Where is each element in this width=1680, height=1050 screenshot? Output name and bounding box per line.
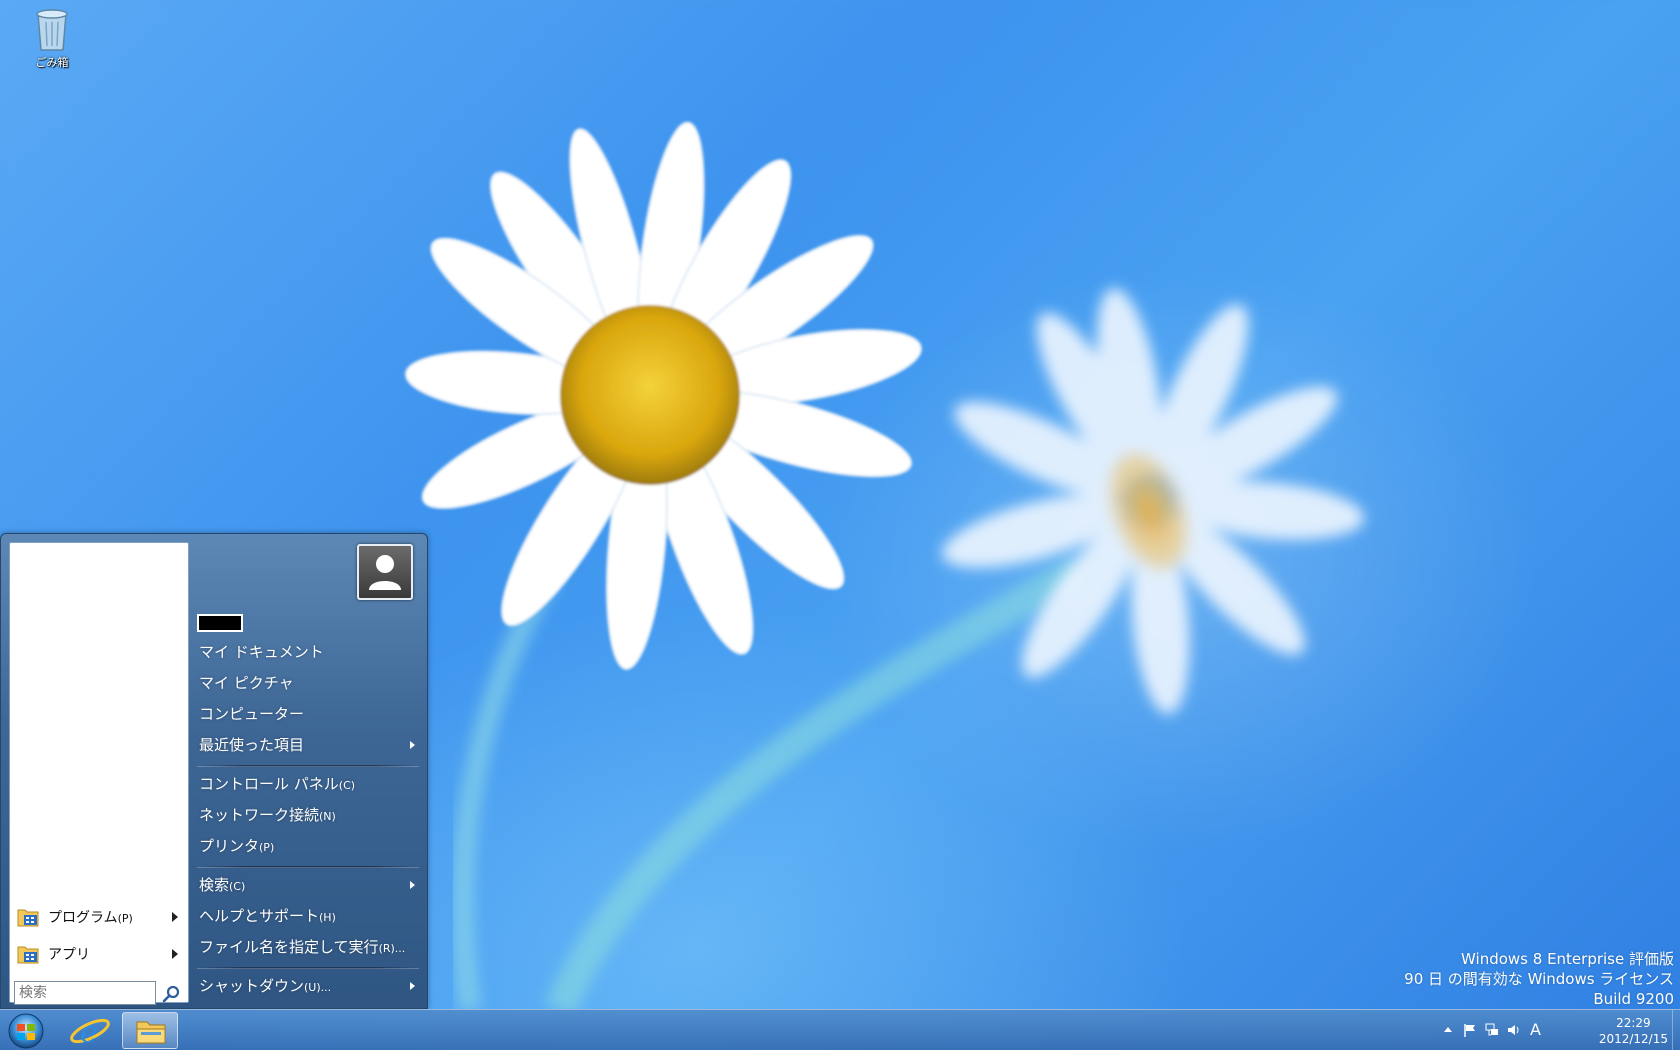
internet-explorer-icon: e xyxy=(70,1015,110,1050)
watermark-build: Build 9200 xyxy=(1593,990,1674,1008)
start-orb-icon[interactable] xyxy=(6,1012,46,1050)
watermark-license: 90 日 の間有効な Windows ライセンス xyxy=(1404,970,1674,988)
menu-item-shutdown[interactable]: シャットダウン(U)... xyxy=(199,972,421,1000)
menu-item-my-pictures[interactable]: マイ ピクチャ xyxy=(199,669,421,697)
menu-item-label: ネットワーク接続(N) xyxy=(199,806,336,824)
menu-item-my-documents[interactable]: マイ ドキュメント xyxy=(199,638,421,666)
start-menu-apps[interactable]: アプリ xyxy=(16,939,184,969)
menu-item-help-support[interactable]: ヘルプとサポート(H) xyxy=(199,902,421,930)
user-silhouette-icon xyxy=(369,555,401,590)
menu-separator xyxy=(197,866,419,868)
network-icon[interactable] xyxy=(1484,1022,1500,1038)
taskbar: e A 22:29 2012/12/15 xyxy=(0,1009,1680,1050)
menu-item-network-connections[interactable]: ネットワーク接続(N) xyxy=(199,801,421,829)
programs-label: プログラム(P) xyxy=(48,910,133,926)
menu-item-label: ファイル名を指定して実行(R)... xyxy=(199,938,406,956)
menu-item-label: ヘルプとサポート(H) xyxy=(199,907,336,925)
start-menu-search-input[interactable] xyxy=(14,981,156,1005)
menu-item-label: プリンタ(P) xyxy=(199,837,275,855)
submenu-arrow-icon xyxy=(410,982,415,990)
apps-label: アプリ xyxy=(48,947,90,963)
menu-item-run[interactable]: ファイル名を指定して実行(R)... xyxy=(199,933,421,961)
menu-item-label: 最近使った項目 xyxy=(199,736,305,754)
menu-separator xyxy=(197,967,419,969)
menu-item-label: コントロール パネル(C) xyxy=(199,775,356,793)
volume-icon[interactable] xyxy=(1506,1022,1522,1038)
menu-item-label: シャットダウン(U)... xyxy=(199,977,332,995)
menu-item-label: マイ ドキュメント xyxy=(199,643,324,661)
menu-item-computer[interactable]: コンピューター xyxy=(199,700,421,728)
start-menu-right-pane: マイ ドキュメント マイ ピクチャ コンピューター 最近使った項目 コントロール… xyxy=(191,534,429,1010)
file-explorer-icon xyxy=(136,1021,166,1044)
taskbar-file-explorer[interactable] xyxy=(122,1012,178,1049)
menu-item-printers[interactable]: プリンタ(P) xyxy=(199,832,421,860)
submenu-arrow-icon xyxy=(410,741,415,749)
menu-separator xyxy=(197,765,419,767)
svg-text:e: e xyxy=(80,1015,98,1049)
ime-mode-indicator[interactable]: A xyxy=(1530,1020,1546,1039)
desktop-icon-recycle-bin[interactable]: ごみ箱 xyxy=(22,6,82,76)
menu-item-label: マイ ピクチャ xyxy=(199,674,294,692)
desktop-icon-label: ごみ箱 xyxy=(35,56,69,69)
menu-item-search[interactable]: 検索(C) xyxy=(199,871,421,899)
system-tray: A 22:29 2012/12/15 xyxy=(1430,1010,1680,1050)
start-menu-programs[interactable]: プログラム(P) xyxy=(16,902,184,932)
recycle-bin-icon xyxy=(36,9,68,51)
apps-folder-icon xyxy=(17,946,39,964)
taskbar-clock[interactable]: 22:29 2012/12/15 xyxy=(1599,1015,1668,1047)
submenu-arrow-icon xyxy=(172,912,178,922)
start-menu-left-pane: プログラム(P) アプリ xyxy=(9,542,189,1005)
menu-item-control-panel[interactable]: コントロール パネル(C) xyxy=(199,770,421,798)
start-menu: プログラム(P) アプリ マイ ドキュメ xyxy=(0,533,428,1009)
submenu-arrow-icon xyxy=(410,881,415,889)
action-center-flag-icon[interactable] xyxy=(1462,1022,1478,1038)
taskbar-internet-explorer[interactable]: e xyxy=(62,1012,118,1050)
user-name-redacted[interactable] xyxy=(197,614,243,632)
menu-item-recent-items[interactable]: 最近使った項目 xyxy=(199,731,421,759)
programs-folder-icon xyxy=(17,909,39,927)
show-desktop-button[interactable] xyxy=(1672,1010,1680,1050)
clock-time: 22:29 xyxy=(1616,1016,1651,1030)
user-avatar[interactable] xyxy=(357,544,413,600)
clock-date: 2012/12/15 xyxy=(1598,1032,1668,1046)
show-hidden-icons-chevron-icon[interactable] xyxy=(1440,1022,1456,1038)
watermark-edition: Windows 8 Enterprise 評価版 xyxy=(1461,950,1674,968)
submenu-arrow-icon xyxy=(172,949,178,959)
menu-item-label: コンピューター xyxy=(199,705,305,723)
search-icon[interactable] xyxy=(160,983,182,1005)
menu-item-label: 検索(C) xyxy=(199,876,246,894)
windows-watermark: Windows 8 Enterprise 評価版 90 日 の間有効な Wind… xyxy=(1404,949,1674,1009)
